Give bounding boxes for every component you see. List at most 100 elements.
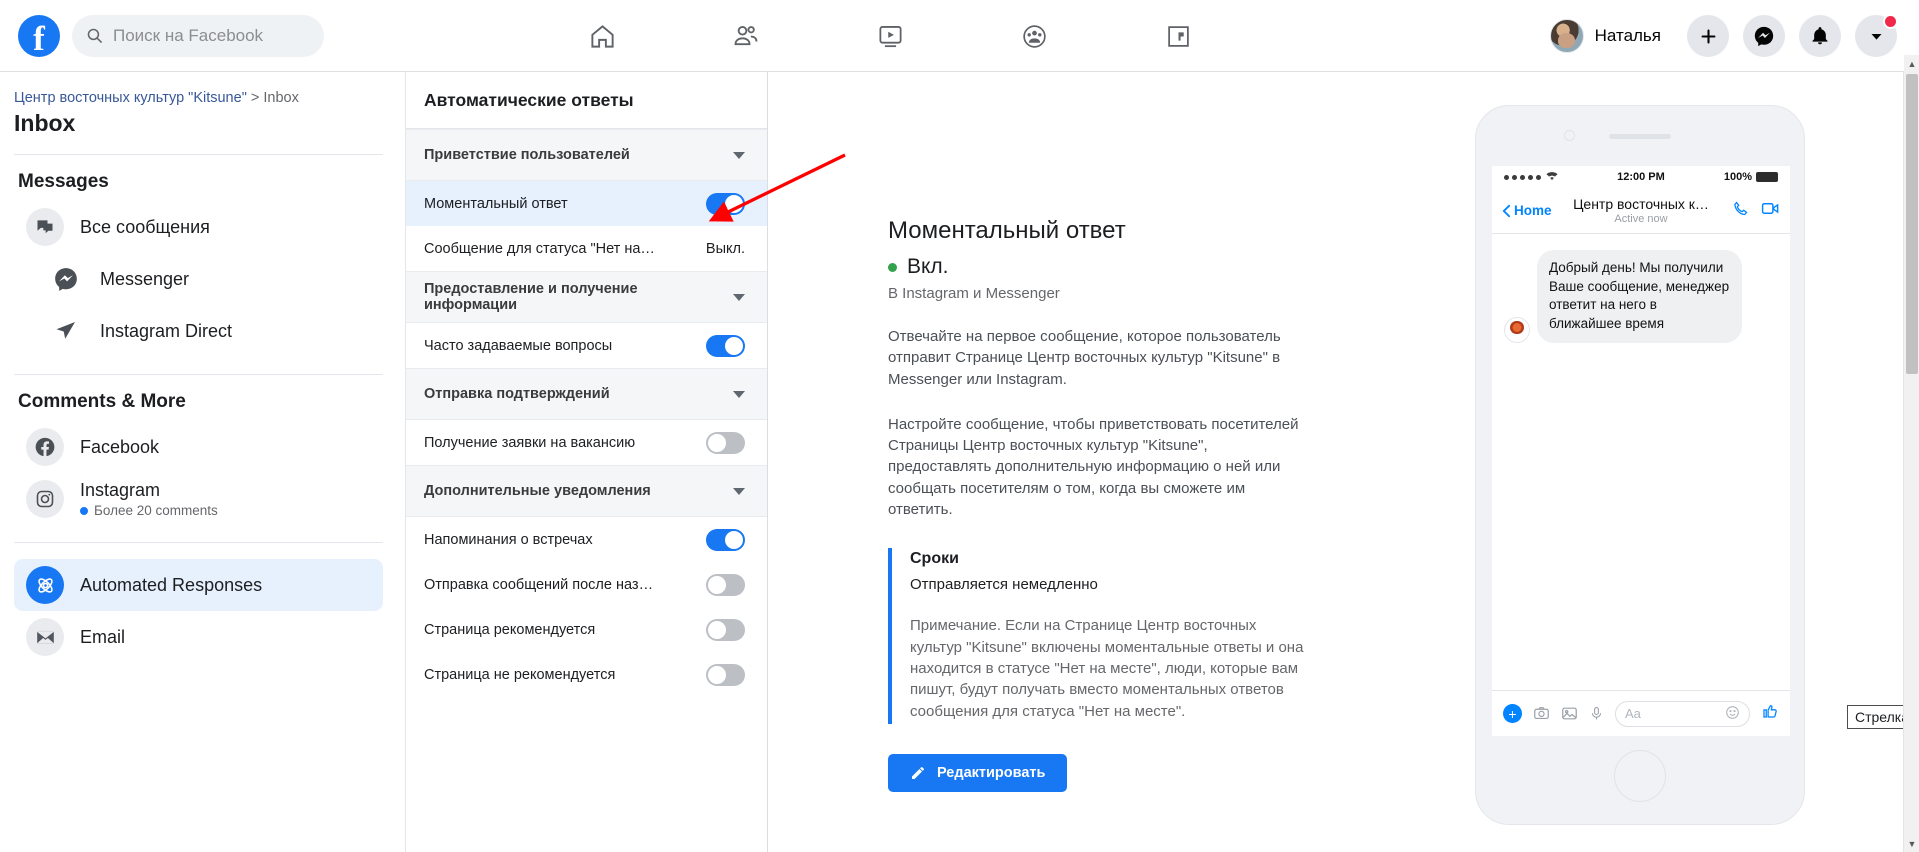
sidebar-item-automated-responses[interactable]: Automated Responses <box>14 559 383 611</box>
facebook-logo[interactable]: f <box>18 14 60 57</box>
row-page-not-recommended[interactable]: Страница не рекомендуется <box>406 652 767 697</box>
sidebar-divider-3 <box>14 542 383 543</box>
avatar <box>1549 19 1584 53</box>
add-attachment-icon[interactable]: + <box>1503 704 1522 723</box>
phone-call-icon[interactable] <box>1732 200 1749 222</box>
watch-icon[interactable] <box>868 14 912 58</box>
sidebar-item-label: Automated Responses <box>80 574 263 595</box>
panel-header: Автоматические ответы <box>406 72 767 129</box>
microphone-icon[interactable] <box>1589 705 1604 722</box>
phone-preview: 12:00 PM 100% Home Центр восточных к… Ac… <box>1475 105 1805 825</box>
toggle-faq[interactable] <box>706 334 745 357</box>
sidebar-item-label: Все сообщения <box>80 216 210 237</box>
search-box[interactable] <box>72 14 324 57</box>
conversation-header: Home Центр восточных к… Active now <box>1492 188 1790 234</box>
sidebar-item-all-messages[interactable]: Все сообщения <box>14 201 383 253</box>
profile-chip[interactable]: Наталья <box>1549 19 1661 53</box>
instagram-icon <box>26 480 64 518</box>
sidebar-item-messenger[interactable]: Messenger <box>14 253 383 305</box>
edit-button[interactable]: Редактировать <box>888 753 1068 792</box>
notifications-button[interactable] <box>1799 15 1841 57</box>
row-appointment-reminders[interactable]: Напоминания о встречах <box>406 517 767 562</box>
phone-home-button[interactable] <box>1614 750 1666 802</box>
gallery-icon[interactable] <box>1561 705 1578 722</box>
phone-screen: 12:00 PM 100% Home Центр восточных к… Ac… <box>1492 166 1790 736</box>
row-label: Страница рекомендуется <box>424 621 596 638</box>
account-menu-button[interactable] <box>1855 14 1898 57</box>
scrollbar-thumb[interactable] <box>1906 74 1918 374</box>
toggle-appointment-reminders[interactable] <box>706 528 745 551</box>
message-bubble: Добрый день! Мы получили Ваше сообщение,… <box>1537 250 1742 343</box>
detail-title: Моментальный ответ <box>888 217 1126 244</box>
row-label: Отправка сообщений после назначени… <box>424 576 656 593</box>
toggle-job-application[interactable] <box>706 431 745 454</box>
toggle-post-appointment-messages[interactable] <box>706 573 745 596</box>
row-away-message[interactable]: Сообщение для статуса "Нет на месте" Вык… <box>406 226 767 271</box>
groups-icon[interactable] <box>1012 14 1056 58</box>
search-icon <box>86 27 103 44</box>
row-instant-reply[interactable]: Моментальный ответ <box>406 181 767 226</box>
emoji-icon[interactable] <box>1725 705 1740 723</box>
group-greeting-users[interactable]: Приветствие пользователей <box>406 129 767 181</box>
gaming-icon[interactable] <box>1156 14 1200 58</box>
sidebar-item-instagram-direct[interactable]: Instagram Direct <box>14 305 383 357</box>
group-additional-notifications[interactable]: Дополнительные уведомления <box>406 465 767 517</box>
callout-note: Примечание. Если на Странице Центр восто… <box>910 617 1304 720</box>
notification-badge <box>1883 14 1898 29</box>
sidebar-item-sublabel-text: Более 20 comments <box>94 503 218 518</box>
chat-area: Добрый день! Мы получили Ваше сообщение,… <box>1492 234 1790 632</box>
automation-icon <box>26 566 64 604</box>
toggle-instant-reply[interactable] <box>706 192 745 215</box>
chat-bubbles-icon <box>26 208 64 246</box>
row-label: Страница не рекомендуется <box>424 666 616 683</box>
breadcrumb-separator: > <box>246 90 264 106</box>
page-scrollbar[interactable]: ▲ ▼ <box>1903 55 1919 852</box>
messenger-button[interactable] <box>1743 15 1785 57</box>
left-sidebar: Центр восточных культур "Kitsune" > Inbo… <box>0 72 406 852</box>
chevron-down-icon <box>733 487 745 495</box>
row-page-recommended[interactable]: Страница рекомендуется <box>406 607 767 652</box>
sidebar-item-facebook[interactable]: Facebook <box>14 421 383 473</box>
sidebar-divider-1 <box>14 154 383 155</box>
sidebar-section-messages-title: Messages <box>18 171 109 192</box>
scroll-down-arrow-icon[interactable]: ▼ <box>1904 835 1919 852</box>
group-provide-get-info[interactable]: Предоставление и получение информации <box>406 271 767 323</box>
status-time: 12:00 PM <box>1617 171 1665 183</box>
battery-icon <box>1756 172 1778 182</box>
chevron-down-icon <box>733 390 745 398</box>
callout-title: Сроки <box>910 550 959 568</box>
scroll-up-arrow-icon[interactable]: ▲ <box>1904 55 1919 72</box>
friends-icon[interactable] <box>724 14 768 58</box>
home-icon[interactable] <box>580 14 624 58</box>
row-job-application[interactable]: Получение заявки на вакансию <box>406 420 767 465</box>
row-post-appointment-messages[interactable]: Отправка сообщений после назначени… <box>406 562 767 607</box>
detail-platforms: В Instagram и Messenger <box>888 285 1060 302</box>
page-title: Inbox <box>14 110 76 136</box>
battery-percent: 100% <box>1723 171 1752 183</box>
video-call-icon[interactable] <box>1761 200 1780 222</box>
facebook-icon <box>26 428 64 466</box>
detail-paragraph-1: Отвечайте на первое сообщение, которое п… <box>888 328 1281 388</box>
group-label: Предоставление и получение информации <box>424 281 638 313</box>
sidebar-item-email[interactable]: Email <box>14 611 383 663</box>
row-label: Часто задаваемые вопросы <box>424 337 613 354</box>
back-home-button[interactable]: Home <box>1502 203 1552 218</box>
toggle-page-not-recommended[interactable] <box>706 663 745 686</box>
profile-name: Наталья <box>1594 26 1661 45</box>
detail-paragraph-2: Настройте сообщение, чтобы приветствоват… <box>888 415 1299 519</box>
breadcrumb-page-link[interactable]: Центр восточных культур "Kitsune" <box>14 90 247 106</box>
search-input[interactable] <box>113 25 310 46</box>
message-input[interactable]: Aa <box>1615 700 1750 727</box>
camera-icon[interactable] <box>1533 705 1550 722</box>
top-right-actions: Наталья <box>1549 0 1898 72</box>
sidebar-item-instagram[interactable]: Instagram Более 20 comments <box>14 473 383 525</box>
sidebar-section-comments-title: Comments & More <box>18 391 186 412</box>
group-send-confirmations[interactable]: Отправка подтверждений <box>406 368 767 420</box>
row-faq[interactable]: Часто задаваемые вопросы <box>406 323 767 368</box>
thumbs-up-icon[interactable] <box>1761 702 1779 725</box>
sidebar-divider-2 <box>14 374 383 375</box>
breadcrumb-current: Inbox <box>263 90 299 106</box>
signal-icon <box>1504 174 1541 180</box>
create-button[interactable] <box>1687 15 1729 57</box>
toggle-page-recommended[interactable] <box>706 618 745 641</box>
